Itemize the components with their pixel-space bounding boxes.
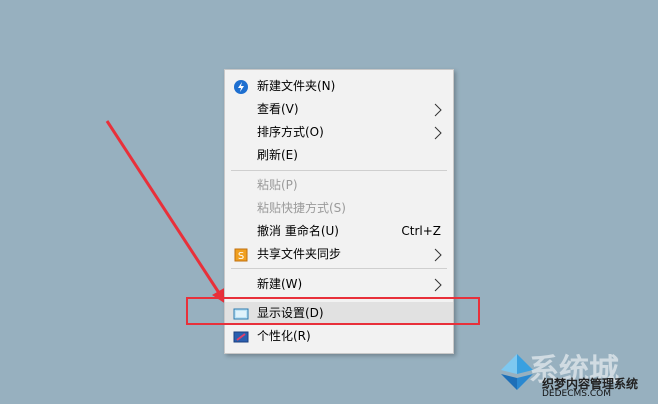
chevron-right-icon [434, 248, 442, 262]
menu-item-personalize[interactable]: 个性化(R) [225, 325, 453, 348]
menu-item-sort-by[interactable]: 排序方式(O) [225, 121, 453, 144]
sync-app-icon: S [234, 248, 248, 262]
menu-item-label: 个性化(R) [257, 329, 311, 343]
menu-item-view[interactable]: 查看(V) [225, 98, 453, 121]
menu-item-shared-folder-sync[interactable]: S 共享文件夹同步 [225, 243, 453, 266]
menu-item-label: 粘贴(P) [257, 178, 298, 192]
menu-separator [231, 268, 447, 269]
menu-item-paste-shortcut: 粘贴快捷方式(S) [225, 197, 453, 220]
highlight-box [186, 297, 480, 325]
menu-item-label: 新建文件夹(N) [257, 79, 336, 93]
menu-item-label: 排序方式(O) [257, 125, 324, 139]
chevron-right-icon [434, 126, 442, 140]
menu-item-label: 撤消 重命名(U) [257, 224, 339, 238]
menu-item-refresh[interactable]: 刷新(E) [225, 144, 453, 167]
menu-item-label: 新建(W) [257, 277, 303, 291]
menu-separator [231, 170, 447, 171]
menu-item-shortcut: Ctrl+Z [401, 224, 441, 238]
menu-item-label: 刷新(E) [257, 148, 298, 162]
watermark-line2: DEDECMS.COM [542, 389, 611, 399]
menu-item-undo-rename[interactable]: 撤消 重命名(U) Ctrl+Z [225, 220, 453, 243]
menu-item-label: 粘贴快捷方式(S) [257, 201, 346, 215]
menu-item-new-folder[interactable]: 新建文件夹(N) [225, 75, 453, 98]
menu-item-label: 共享文件夹同步 [257, 247, 342, 261]
chevron-right-icon [434, 278, 442, 292]
chevron-right-icon [434, 103, 442, 117]
menu-item-paste: 粘贴(P) [225, 174, 453, 197]
menu-item-new[interactable]: 新建(W) [225, 273, 453, 296]
new-folder-icon [234, 80, 248, 94]
personalize-icon [233, 331, 249, 343]
menu-item-label: 查看(V) [257, 102, 299, 116]
watermark: 系统城 织梦内容管理系统 DEDECMS.COM [497, 347, 652, 402]
svg-text:S: S [238, 251, 244, 262]
